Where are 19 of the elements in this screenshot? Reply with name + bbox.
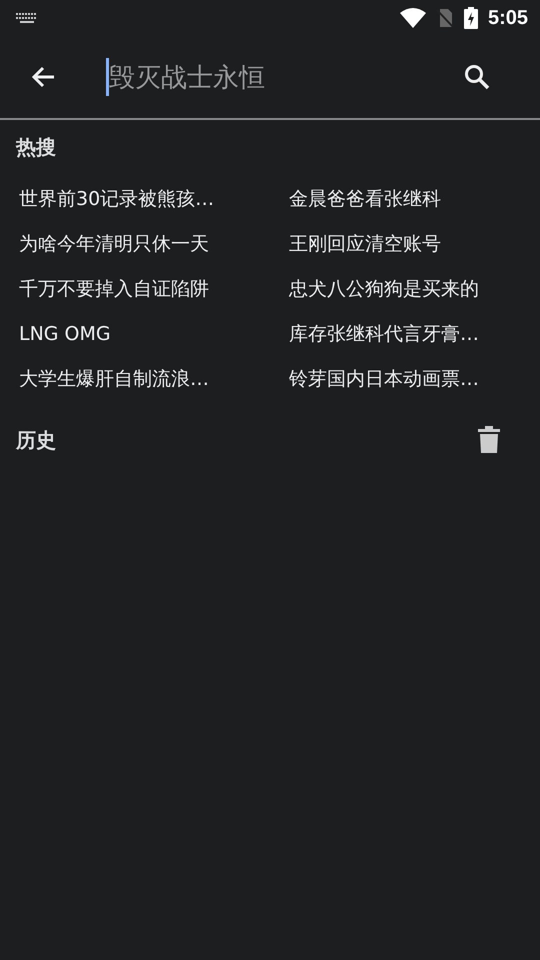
battery-charging-icon — [464, 7, 478, 29]
trending-item[interactable]: 忠犬八公狗狗是买来的 — [289, 267, 524, 312]
keyboard-icon — [16, 12, 38, 24]
trending-item[interactable]: 世界前30记录被熊孩… — [19, 177, 289, 222]
delete-button[interactable] — [476, 424, 502, 456]
trending-item[interactable]: 为啥今年清明只休一天 — [19, 222, 289, 267]
trending-item[interactable]: 大学生爆肝自制流浪… — [19, 357, 289, 402]
trending-item[interactable]: 铃芽国内日本动画票… — [289, 357, 524, 402]
wifi-icon — [400, 8, 426, 28]
text-cursor — [106, 58, 109, 96]
trending-item[interactable]: 金晨爸爸看张继科 — [289, 177, 524, 222]
trending-item[interactable]: 千万不要掉入自证陷阱 — [19, 267, 289, 312]
status-time: 5:05 — [488, 6, 528, 30]
section-title: 热搜 — [16, 134, 56, 161]
trending-item[interactable]: 库存张继科代言牙膏… — [289, 312, 524, 357]
trending-item[interactable]: LNG OMG — [19, 312, 289, 357]
section-title: 历史 — [16, 426, 56, 454]
search-field[interactable]: 毁灭战士永恒 — [109, 62, 460, 92]
trending-item[interactable]: 王刚回应清空账号 — [289, 222, 524, 267]
